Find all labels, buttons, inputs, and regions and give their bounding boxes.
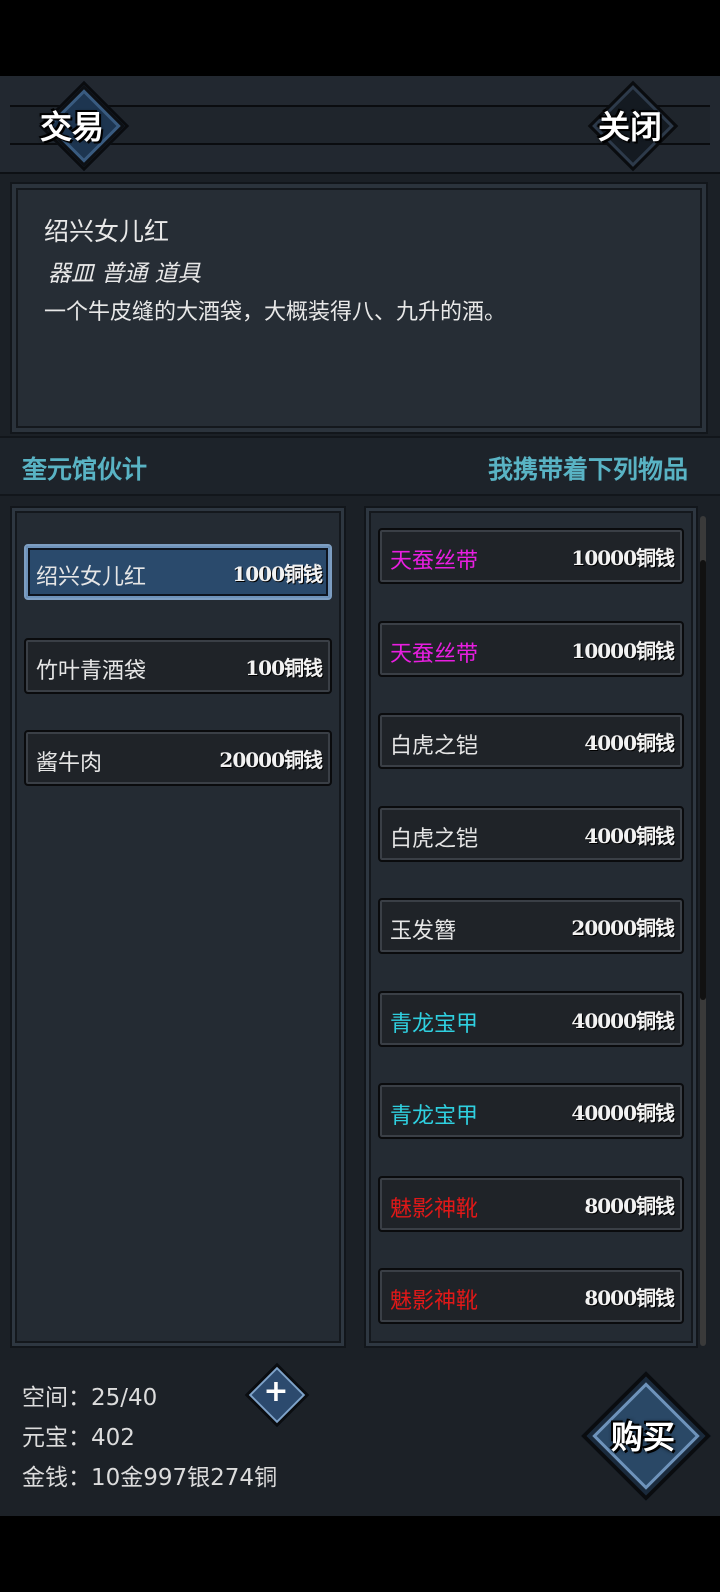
inventory-item-5[interactable]: 青龙宝甲 40000铜钱 — [378, 990, 684, 1047]
item-price: 8000铜钱 — [584, 1193, 675, 1218]
item-name: 天蚕丝带 — [390, 641, 479, 667]
scrollbar-thumb[interactable] — [700, 560, 706, 1000]
merchant-item-1[interactable]: 竹叶青酒袋 100铜钱 — [24, 638, 332, 694]
item-price: 10000铜钱 — [571, 546, 675, 570]
money-stat: 金钱：10金997银274铜 — [22, 1465, 278, 1491]
item-price: 20000铜钱 — [571, 916, 675, 940]
merchant-label: 奎元馆伙计 — [22, 455, 148, 484]
item-price: 1000铜钱 — [232, 562, 323, 586]
item-name: 竹叶青酒袋 — [36, 659, 147, 684]
inventory-item-6[interactable]: 青龙宝甲 40000铜钱 — [378, 1083, 684, 1139]
item-price: 4000铜钱 — [584, 731, 675, 755]
item-name: 青龙宝甲 — [390, 1011, 479, 1037]
inventory-list: 天蚕丝带 10000铜钱 天蚕丝带 10000铜钱 白虎之铠 4000铜钱 白虎之铠 4000… — [364, 506, 698, 1348]
item-name: 魅影神靴 — [390, 1196, 479, 1222]
plus-icon[interactable]: + — [262, 1368, 290, 1416]
item-price: 20000铜钱 — [219, 748, 323, 772]
merchant-item-0[interactable]: 绍兴女儿红 1000铜钱 — [24, 544, 332, 600]
merchant-list: 绍兴女儿红 1000铜钱 竹叶青酒袋 100铜钱 酱牛肉 20000铜钱 — [10, 506, 346, 1348]
item-name: 酱牛肉 — [36, 751, 103, 776]
item-name: 青龙宝甲 — [390, 1104, 479, 1129]
buy-button[interactable]: 购买 — [598, 1412, 688, 1458]
section-labels: 奎元馆伙计 我携带着下列物品 — [0, 436, 720, 496]
inventory-label: 我携带着下列物品 — [487, 455, 688, 484]
item-price: 8000铜钱 — [584, 1286, 675, 1310]
item-price: 100铜钱 — [245, 656, 323, 680]
item-description-panel: 绍兴女儿红 器皿 普通 道具 一个牛皮缝的大酒袋，大概装得八、九升的酒。 — [10, 182, 708, 434]
item-price: 40000铜钱 — [571, 1008, 675, 1033]
item-price: 10000铜钱 — [571, 638, 675, 663]
yuanbao-stat: 元宝：402 — [22, 1425, 135, 1451]
trade-screen: 交易 关闭 绍兴女儿红 器皿 普通 道具 一个牛皮缝的大酒袋，大概装得八、九升的… — [0, 76, 720, 1516]
item-name: 绍兴女儿红 — [44, 217, 170, 246]
item-name: 玉发簪 — [390, 919, 457, 944]
inventory-scrollbar[interactable] — [700, 516, 706, 1346]
inventory-item-1[interactable]: 天蚕丝带 10000铜钱 — [378, 620, 684, 677]
space-stat: 空间：25/40 — [22, 1385, 158, 1411]
item-price: 4000铜钱 — [584, 823, 675, 848]
item-description: 一个牛皮缝的大酒袋，大概装得八、九升的酒。 — [44, 300, 507, 325]
close-button[interactable]: 关闭 — [598, 102, 662, 148]
merchant-item-2[interactable]: 酱牛肉 20000铜钱 — [24, 730, 332, 786]
item-name: 白虎之铠 — [390, 734, 479, 759]
item-name: 白虎之铠 — [390, 826, 479, 852]
inventory-item-8[interactable]: 魅影神靴 8000铜钱 — [378, 1268, 684, 1324]
item-name: 绍兴女儿红 — [36, 565, 147, 590]
header: 交易 关闭 — [0, 76, 720, 174]
item-type: 器皿 普通 道具 — [48, 261, 201, 287]
footer: 空间：25/40 元宝：402 金钱：10金997银274铜 + 购买 — [0, 1360, 720, 1516]
item-name: 天蚕丝带 — [390, 549, 479, 574]
inventory-item-2[interactable]: 白虎之铠 4000铜钱 — [378, 713, 684, 769]
item-price: 40000铜钱 — [571, 1101, 675, 1125]
inventory-item-7[interactable]: 魅影神靴 8000铜钱 — [378, 1175, 684, 1232]
item-name: 魅影神靴 — [390, 1289, 479, 1314]
inventory-item-4[interactable]: 玉发簪 20000铜钱 — [378, 898, 684, 954]
inventory-item-3[interactable]: 白虎之铠 4000铜钱 — [378, 805, 684, 862]
inventory-item-0[interactable]: 天蚕丝带 10000铜钱 — [378, 528, 684, 584]
page-title: 交易 — [40, 108, 105, 146]
